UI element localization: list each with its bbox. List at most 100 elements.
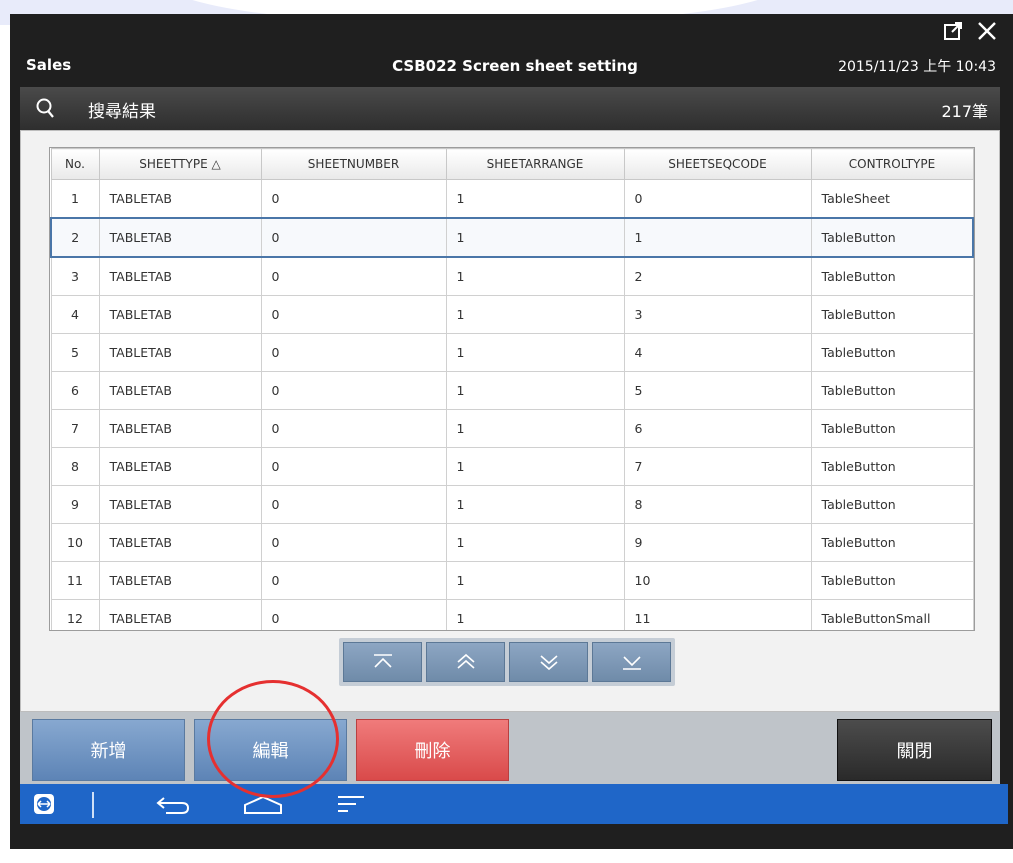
app-name: Sales bbox=[26, 56, 72, 74]
pager bbox=[339, 638, 675, 686]
column-header[interactable]: SHEETSEQCODE bbox=[623, 148, 812, 180]
table-cell: 1 bbox=[623, 217, 812, 258]
table-cell: TableButton bbox=[810, 485, 974, 524]
previous-page-button[interactable] bbox=[426, 642, 505, 682]
table-cell: TABLETAB bbox=[98, 217, 262, 258]
table-cell: TABLETAB bbox=[98, 409, 262, 448]
table-cell: TABLETAB bbox=[98, 523, 262, 562]
table-cell: 1 bbox=[445, 409, 625, 448]
delete-button[interactable]: 刪除 bbox=[356, 719, 509, 781]
table-cell: 1 bbox=[445, 485, 625, 524]
table-row[interactable]: 11 TABLETAB 0 1 10 TableButton bbox=[50, 561, 974, 600]
table-cell: 1 bbox=[445, 523, 625, 562]
table-cell: 7 bbox=[623, 447, 812, 486]
table-cell: 12 bbox=[50, 599, 100, 630]
table-cell: TABLETAB bbox=[98, 179, 262, 219]
teamviewer-icon[interactable] bbox=[32, 792, 56, 816]
table-row[interactable]: 3 TABLETAB 0 1 2 TableButton bbox=[50, 256, 974, 296]
table-cell: 3 bbox=[623, 295, 812, 334]
external-link-icon[interactable] bbox=[941, 19, 965, 43]
table-row[interactable]: 2 TABLETAB 0 1 1 TableButton bbox=[50, 217, 974, 258]
table-cell: 0 bbox=[260, 295, 447, 334]
title-bar: Sales CSB022 Screen sheet setting 2015/1… bbox=[20, 52, 1000, 80]
last-page-button[interactable] bbox=[592, 642, 671, 682]
table-cell: 6 bbox=[50, 371, 100, 410]
table-row[interactable]: 9 TABLETAB 0 1 8 TableButton bbox=[50, 485, 974, 524]
table-cell: 10 bbox=[50, 523, 100, 562]
table-cell: TABLETAB bbox=[98, 485, 262, 524]
table-cell: 1 bbox=[445, 217, 625, 258]
table-cell: 1 bbox=[445, 295, 625, 334]
table-cell: 1 bbox=[445, 447, 625, 486]
table-cell: 0 bbox=[260, 485, 447, 524]
action-bar: 新增 編輯 刪除 關閉 bbox=[20, 712, 1000, 784]
close-button[interactable]: 關閉 bbox=[837, 719, 992, 781]
back-icon[interactable] bbox=[153, 792, 193, 816]
first-page-button[interactable] bbox=[343, 642, 422, 682]
table-cell: 6 bbox=[623, 409, 812, 448]
table-cell: TableButton bbox=[810, 561, 974, 600]
table-cell: TableButton bbox=[810, 295, 974, 334]
first-page-icon bbox=[373, 654, 392, 668]
column-header[interactable]: SHEETNUMBER bbox=[260, 148, 447, 180]
table-cell: TABLETAB bbox=[98, 599, 262, 630]
table-cell: TABLETAB bbox=[98, 333, 262, 372]
table-cell: TABLETAB bbox=[98, 371, 262, 410]
table-cell: 4 bbox=[50, 295, 100, 334]
edit-button[interactable]: 編輯 bbox=[194, 719, 347, 781]
table-cell: 2 bbox=[623, 256, 812, 296]
table-cell: TABLETAB bbox=[98, 256, 262, 296]
table-cell: 9 bbox=[623, 523, 812, 562]
column-header[interactable]: CONTROLTYPE bbox=[810, 148, 974, 180]
screen-title: CSB022 Screen sheet setting bbox=[392, 57, 638, 75]
column-header[interactable]: No. bbox=[50, 148, 100, 180]
home-icon[interactable] bbox=[242, 792, 284, 816]
menu-icon[interactable] bbox=[336, 792, 366, 816]
table-cell: 1 bbox=[445, 256, 625, 296]
table-row[interactable]: 6 TABLETAB 0 1 5 TableButton bbox=[50, 371, 974, 410]
search-results-label: 搜尋結果 bbox=[88, 102, 156, 122]
table-cell: 0 bbox=[260, 333, 447, 372]
table-cell: 1 bbox=[445, 599, 625, 630]
table-cell: TableSheet bbox=[810, 179, 974, 219]
table-cell: 0 bbox=[260, 256, 447, 296]
table-cell: 7 bbox=[50, 409, 100, 448]
table-cell: 9 bbox=[50, 485, 100, 524]
datetime: 2015/11/23 上午 10:43 bbox=[838, 59, 996, 75]
close-icon[interactable] bbox=[975, 19, 999, 43]
table-cell: TableButtonSmall bbox=[810, 599, 974, 630]
window-controls bbox=[941, 18, 999, 44]
add-button[interactable]: 新增 bbox=[32, 719, 185, 781]
data-table: No. SHEETTYPE △ SHEETNUMBER SHEETARRANGE SHE… bbox=[50, 148, 974, 630]
table-row[interactable]: 5 TABLETAB 0 1 4 TableButton bbox=[50, 333, 974, 372]
table-row[interactable]: 8 TABLETAB 0 1 7 TableButton bbox=[50, 447, 974, 486]
table-cell: 1 bbox=[445, 371, 625, 410]
table-cell: 8 bbox=[50, 447, 100, 486]
table-cell: 0 bbox=[260, 371, 447, 410]
data-table-container: No. SHEETTYPE △ SHEETNUMBER SHEETARRANGE SHE… bbox=[49, 147, 975, 631]
table-cell: 11 bbox=[623, 599, 812, 630]
nav-separator bbox=[92, 792, 94, 818]
table-cell: 1 bbox=[445, 333, 625, 372]
table-cell: 4 bbox=[623, 333, 812, 372]
table-cell: 0 bbox=[260, 409, 447, 448]
table-row[interactable]: 10 TABLETAB 0 1 9 TableButton bbox=[50, 523, 974, 562]
table-cell: TableButton bbox=[810, 217, 974, 258]
next-page-button[interactable] bbox=[509, 642, 588, 682]
table-cell: 0 bbox=[260, 523, 447, 562]
table-row[interactable]: 1 TABLETAB 0 1 0 TableSheet bbox=[50, 179, 974, 219]
table-row[interactable]: 12 TABLETAB 0 1 11 TableButtonSmall bbox=[50, 599, 974, 630]
table-row[interactable]: 7 TABLETAB 0 1 6 TableButton bbox=[50, 409, 974, 448]
table-cell: TableButton bbox=[810, 333, 974, 372]
search-results-bar: 搜尋結果 217筆 bbox=[20, 87, 1000, 131]
table-cell: TableButton bbox=[810, 447, 974, 486]
column-header[interactable]: SHEETARRANGE bbox=[445, 148, 625, 180]
table-cell: TABLETAB bbox=[98, 447, 262, 486]
column-header[interactable]: SHEETTYPE △ bbox=[98, 148, 262, 180]
table-cell: 1 bbox=[445, 179, 625, 219]
search-icon[interactable] bbox=[34, 96, 58, 120]
last-page-icon bbox=[622, 656, 641, 670]
previous-page-icon bbox=[456, 653, 475, 669]
table-row[interactable]: 4 TABLETAB 0 1 3 TableButton bbox=[50, 295, 974, 334]
table-cell: 0 bbox=[260, 561, 447, 600]
